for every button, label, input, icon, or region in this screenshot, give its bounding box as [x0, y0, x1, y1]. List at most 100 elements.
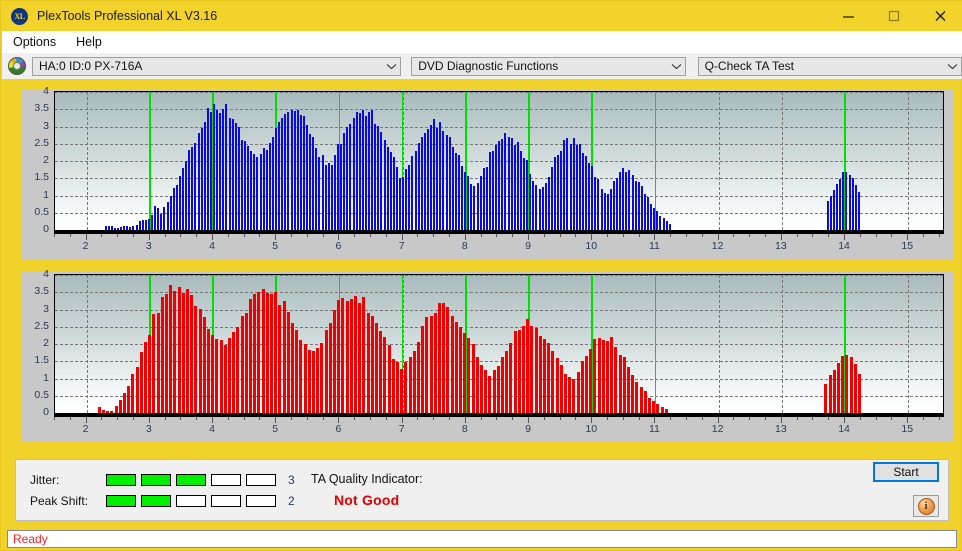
- x-axis-tick-mark: [306, 234, 308, 237]
- info-button[interactable]: i: [913, 495, 939, 517]
- x-axis-tick-mark: [559, 234, 561, 237]
- chart-bar: [619, 171, 622, 230]
- x-axis-tick-mark: [54, 417, 55, 420]
- chart-bar: [450, 315, 454, 413]
- x-axis-tick-mark: [180, 234, 182, 237]
- x-axis-tick-mark: [591, 417, 593, 423]
- chart-bar: [664, 408, 668, 413]
- chart-bar: [256, 157, 259, 230]
- x-axis-tick-label: 13: [774, 423, 787, 435]
- x-axis-tick-mark: [638, 234, 640, 237]
- meter-block: [106, 474, 136, 486]
- x-axis-tick-mark: [480, 417, 482, 420]
- x-axis-tick-mark: [622, 234, 624, 237]
- chart-bar: [479, 364, 483, 413]
- minimize-button[interactable]: [825, 1, 871, 31]
- close-button[interactable]: [917, 1, 962, 31]
- chart-bar: [177, 286, 181, 413]
- x-axis-tick-mark: [417, 234, 419, 237]
- chart-bar: [202, 316, 206, 413]
- x-axis-tick-mark: [496, 234, 498, 237]
- x-axis-tick-mark: [670, 417, 672, 420]
- x-axis-tick-mark: [433, 234, 435, 237]
- chart-bar: [240, 139, 243, 230]
- chart-bar: [324, 329, 328, 413]
- chart-bar: [290, 322, 294, 413]
- title-bar: XL PlexTools Professional XL V3.16: [1, 1, 962, 31]
- chart-bar: [290, 109, 293, 230]
- chart-bar: [550, 167, 553, 230]
- chart-bar: [650, 203, 653, 230]
- chart-bar: [127, 385, 131, 413]
- window-title: PlexTools Professional XL V3.16: [37, 9, 218, 23]
- menu-item-options[interactable]: Options: [4, 33, 65, 51]
- maximize-button[interactable]: [871, 1, 917, 31]
- chart-bar: [118, 399, 122, 413]
- x-axis-tick-mark: [765, 417, 767, 420]
- chart-bar: [206, 107, 209, 230]
- chart-bar: [653, 208, 656, 230]
- x-axis-tick-mark: [227, 234, 229, 237]
- y-axis-tick-label: 1: [43, 371, 49, 384]
- drive-select[interactable]: HA:0 ID:0 PX-716A: [32, 56, 402, 76]
- x-axis-tick-mark: [607, 417, 609, 420]
- chart-bar: [328, 322, 332, 413]
- chart-bar: [526, 160, 529, 230]
- chart-bar: [144, 220, 147, 230]
- chart-bar: [120, 226, 123, 230]
- chart-bar: [244, 312, 248, 413]
- chart-bar: [433, 119, 436, 230]
- chart-bar: [156, 312, 160, 413]
- chart-bar: [526, 319, 530, 413]
- chart-bar: [581, 152, 584, 230]
- x-axis-tick-mark: [780, 234, 782, 240]
- chart-bar: [580, 361, 584, 413]
- chart-bar: [191, 147, 194, 230]
- jitter-label: Jitter:: [30, 473, 60, 487]
- x-axis-tick-mark: [69, 417, 71, 420]
- x-axis-tick-label: 4: [209, 423, 215, 435]
- chart-bar: [473, 185, 476, 230]
- x-axis-tick-label: 13: [774, 240, 787, 252]
- chart-bar: [366, 312, 370, 413]
- chart-bar: [265, 292, 269, 413]
- chart-bar: [275, 128, 278, 230]
- menu-item-help[interactable]: Help: [67, 33, 111, 51]
- chart-bar: [547, 177, 550, 230]
- chart-bar: [318, 156, 321, 230]
- x-axis-tick-mark: [370, 234, 371, 237]
- chart-bar: [461, 166, 464, 230]
- x-axis-tick-mark: [275, 234, 277, 240]
- x-axis-tick-mark: [212, 234, 213, 240]
- x-axis-tick-label: 7: [398, 240, 405, 252]
- meter-block: [211, 474, 241, 486]
- x-axis-tick-mark: [749, 417, 751, 420]
- y-axis-tick-label: 0: [43, 223, 49, 235]
- chart-bar: [411, 155, 414, 230]
- chart-bar: [114, 405, 118, 413]
- x-axis-tick-mark: [733, 417, 735, 420]
- function-select[interactable]: DVD Diagnostic Functions: [411, 56, 686, 76]
- chart-bar: [244, 141, 247, 230]
- x-axis-tick-label: 10: [585, 240, 598, 252]
- chart-bar: [626, 366, 630, 413]
- chart-bar: [500, 357, 504, 413]
- chart-bar: [182, 168, 185, 230]
- x-axis-tick-mark: [701, 234, 703, 237]
- chart-bar: [188, 149, 191, 230]
- chart-bar: [190, 295, 194, 413]
- chart-bar: [622, 168, 625, 230]
- x-axis-tick-mark: [148, 234, 150, 240]
- chart-bar: [349, 124, 352, 230]
- chart-bar: [296, 110, 299, 230]
- chart-bar: [488, 376, 492, 413]
- test-select[interactable]: Q-Check TA Test: [697, 56, 962, 76]
- chart-bar: [547, 343, 551, 413]
- x-axis-tick-mark: [133, 417, 134, 420]
- chart-bar: [306, 125, 309, 230]
- chart-bar: [110, 411, 114, 413]
- x-axis-tick-mark: [196, 417, 198, 420]
- x-axis-tick-label: 8: [461, 240, 468, 252]
- start-button[interactable]: Start: [873, 462, 939, 482]
- chart-bar: [227, 338, 231, 413]
